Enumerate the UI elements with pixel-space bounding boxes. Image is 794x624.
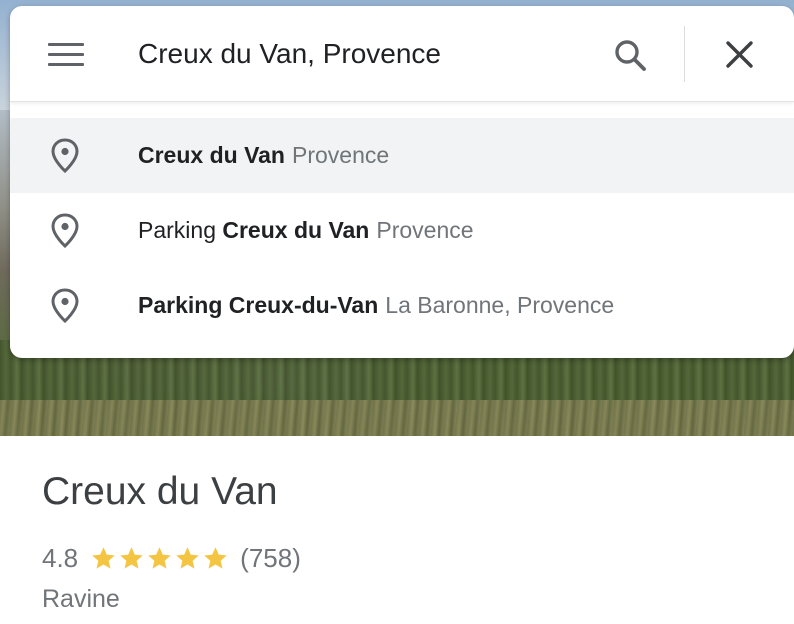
star-icon	[204, 546, 227, 569]
star-icon	[92, 546, 115, 569]
star-icon	[120, 546, 143, 569]
suggestion-secondary: Provence	[291, 142, 390, 168]
rating-value: 4.8	[42, 542, 79, 573]
rating-row: 4.8 (758)	[42, 540, 301, 576]
search-icon[interactable]	[608, 34, 652, 78]
suggestion-item[interactable]: Creux du Van Provence	[10, 118, 794, 193]
reviews-count-link[interactable]: (758)	[240, 543, 301, 574]
star-rating	[90, 545, 230, 572]
search-bar	[10, 6, 794, 102]
hamburger-menu-icon[interactable]	[40, 36, 84, 72]
suggestion-text: Creux du Van Provence	[138, 142, 390, 168]
place-pin-icon	[50, 213, 80, 249]
suggestion-secondary: La Baronne, Provence	[385, 292, 615, 318]
star-icon	[176, 546, 199, 569]
hero-grass	[0, 400, 794, 436]
search-input[interactable]	[138, 32, 598, 76]
search-panel: Creux du VanProvence Parking Creux du Va…	[10, 6, 794, 358]
suggestion-item[interactable]: Parking Creux-du-Van La Baronne, Provence	[10, 268, 794, 343]
place-pin-icon	[50, 138, 80, 174]
place-pin-icon	[50, 288, 80, 324]
suggestion-text: Parking Creux du Van Provence	[138, 217, 474, 243]
star-icon	[148, 546, 171, 569]
place-title: Creux du Van	[42, 470, 278, 513]
close-icon[interactable]	[718, 34, 762, 78]
suggestion-item[interactable]: Parking Creux du Van Provence	[10, 193, 794, 268]
suggestion-secondary: Provence	[376, 217, 474, 243]
place-category: Ravine	[42, 585, 120, 613]
search-bar-divider	[684, 26, 685, 82]
suggestion-text: Parking Creux-du-Van La Baronne, Provence	[138, 292, 615, 318]
